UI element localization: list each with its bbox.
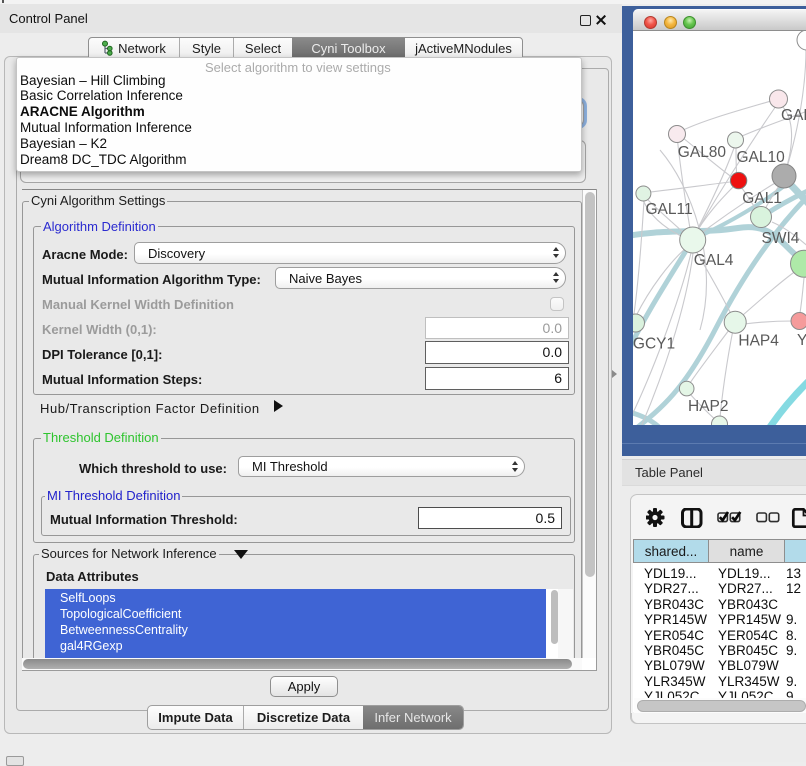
svg-text:GAL4: GAL4	[694, 252, 734, 269]
svg-text:GAL1: GAL1	[742, 190, 782, 207]
svg-text:GCY1: GCY1	[633, 336, 675, 353]
svg-text:SWI4: SWI4	[762, 230, 800, 247]
svg-text:HAP4: HAP4	[738, 333, 779, 350]
svg-text:HAP2: HAP2	[688, 398, 729, 415]
svg-text:GAL11: GAL11	[646, 201, 693, 218]
svg-text:YB: YB	[797, 332, 806, 349]
svg-text:GAL80: GAL80	[678, 144, 727, 161]
svg-text:GAL7: GAL7	[781, 107, 806, 124]
svg-text:GAL10: GAL10	[737, 149, 786, 166]
